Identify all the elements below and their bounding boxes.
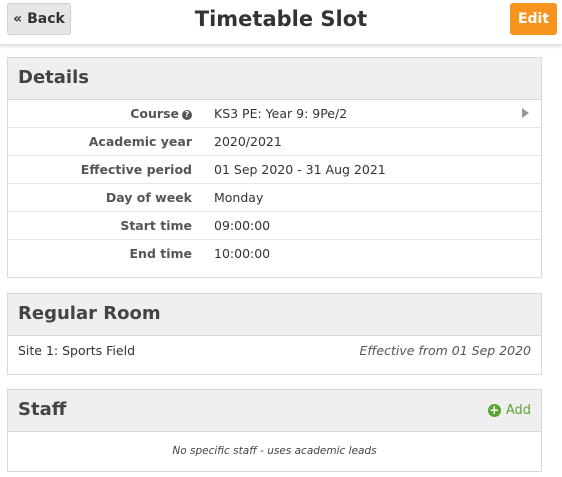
end-time-label: End time bbox=[129, 246, 193, 261]
details-panel: Details Course? KS3 PE: Year 9: 9Pe/2 Ac… bbox=[7, 57, 542, 278]
course-label: Course? bbox=[130, 106, 192, 121]
start-time-label: Start time bbox=[120, 218, 192, 233]
course-value: KS3 PE: Year 9: 9Pe/2 bbox=[214, 106, 348, 121]
effective-period-value: 01 Sep 2020 - 31 Aug 2021 bbox=[214, 162, 386, 177]
staff-panel: Staff + Add No specific staff - uses aca… bbox=[7, 389, 542, 472]
staff-empty-message: No specific staff - uses academic leads bbox=[172, 445, 377, 457]
regular-room-panel: Regular Room Site 1: Sports Field Effect… bbox=[7, 293, 542, 375]
start-time-row: Start time 09:00:00 bbox=[8, 212, 541, 240]
regular-room-panel-title: Regular Room bbox=[18, 303, 161, 324]
plus-circle-icon: + bbox=[487, 403, 501, 417]
add-staff-label: Add bbox=[505, 403, 531, 418]
room-row: Site 1: Sports Field Effective from 01 S… bbox=[8, 336, 541, 374]
course-row[interactable]: Course? KS3 PE: Year 9: 9Pe/2 bbox=[8, 100, 541, 128]
effective-period-label: Effective period bbox=[80, 162, 192, 177]
details-panel-title: Details bbox=[18, 67, 89, 88]
page-header: « Back Timetable Slot Edit bbox=[0, 0, 562, 45]
regular-room-panel-header: Regular Room bbox=[8, 294, 541, 336]
details-panel-header: Details bbox=[8, 58, 541, 100]
add-staff-button[interactable]: + Add bbox=[487, 403, 531, 418]
academic-year-row: Academic year 2020/2021 bbox=[8, 128, 541, 156]
room-name: Site 1: Sports Field bbox=[18, 343, 136, 358]
staff-panel-title: Staff bbox=[18, 399, 67, 420]
end-time-row: End time 10:00:00 bbox=[8, 240, 541, 268]
academic-year-label: Academic year bbox=[88, 134, 192, 149]
staff-panel-header: Staff + Add bbox=[8, 390, 541, 432]
edit-button[interactable]: Edit bbox=[510, 3, 557, 35]
effective-period-row: Effective period 01 Sep 2020 - 31 Aug 20… bbox=[8, 156, 541, 184]
question-circle-icon[interactable]: ? bbox=[182, 110, 192, 120]
start-time-value: 09:00:00 bbox=[214, 218, 271, 233]
room-effective-date: Effective from 01 Sep 2020 bbox=[359, 343, 531, 358]
academic-year-value: 2020/2021 bbox=[214, 134, 282, 149]
day-of-week-value: Monday bbox=[214, 190, 264, 205]
day-of-week-row: Day of week Monday bbox=[8, 184, 541, 212]
chevron-right-icon[interactable] bbox=[522, 108, 529, 118]
day-of-week-label: Day of week bbox=[105, 190, 192, 205]
end-time-value: 10:00:00 bbox=[214, 246, 271, 261]
page-title: Timetable Slot bbox=[194, 7, 368, 31]
